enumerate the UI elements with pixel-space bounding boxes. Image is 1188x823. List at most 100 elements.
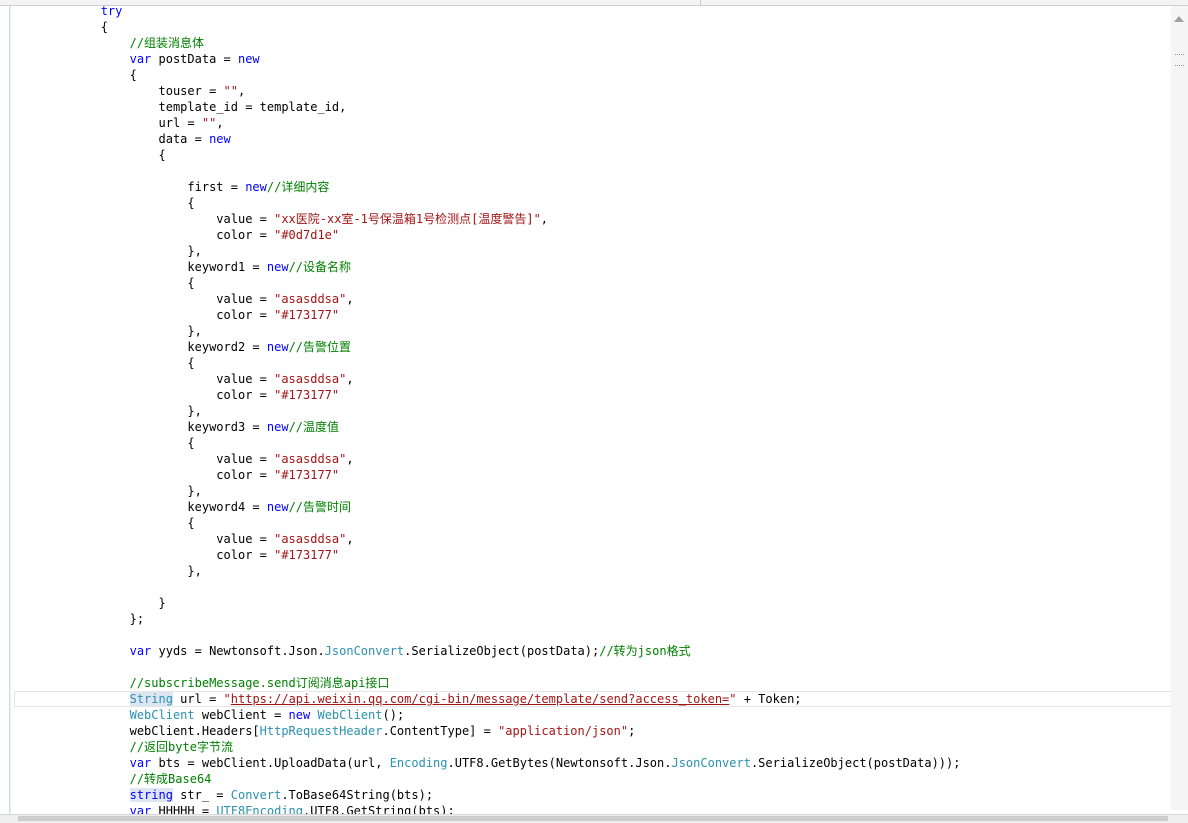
code-token: //subscribeMessage.send订阅消息api接口 bbox=[129, 676, 390, 690]
horizontal-scrollbar[interactable] bbox=[0, 814, 1188, 823]
code-line[interactable]: { bbox=[14, 19, 1174, 35]
code-line[interactable]: value = "asasddsa", bbox=[14, 531, 1174, 547]
code-token: template_id = template_id, bbox=[158, 100, 347, 114]
scrollbar-grip-icon[interactable] bbox=[1175, 54, 1184, 66]
code-line[interactable]: keyword4 = new//告警时间 bbox=[14, 499, 1174, 515]
code-line[interactable]: var yyds = Newtonsoft.Json.JsonConvert.S… bbox=[14, 643, 1174, 659]
code-token: { bbox=[187, 356, 195, 370]
code-token: //告警位置 bbox=[288, 340, 352, 354]
horizontal-scroll-thumb[interactable] bbox=[18, 816, 1168, 821]
code-line[interactable]: }; bbox=[14, 611, 1174, 627]
vertical-scrollbar[interactable] bbox=[1171, 6, 1188, 810]
code-line[interactable]: WebClient webClient = new WebClient(); bbox=[14, 707, 1174, 723]
code-token: }, bbox=[187, 244, 202, 258]
code-line[interactable]: string str_ = Convert.ToBase64String(bts… bbox=[14, 787, 1174, 803]
code-token: , bbox=[346, 292, 354, 306]
code-line[interactable]: keyword2 = new//告警位置 bbox=[14, 339, 1174, 355]
code-line[interactable]: first = new//详细内容 bbox=[14, 179, 1174, 195]
code-token: " bbox=[729, 692, 737, 706]
code-token: //设备名称 bbox=[288, 260, 352, 274]
code-token: HttpRequestHeader bbox=[259, 724, 383, 738]
code-line[interactable]: color = "#173177" bbox=[14, 387, 1174, 403]
code-line[interactable]: { bbox=[14, 435, 1174, 451]
code-token: //返回byte字节流 bbox=[129, 740, 233, 754]
code-line[interactable]: //subscribeMessage.send订阅消息api接口 bbox=[14, 675, 1174, 691]
code-token: new bbox=[266, 340, 289, 354]
code-line[interactable]: { bbox=[14, 195, 1174, 211]
code-token: str_ = bbox=[172, 788, 231, 802]
code-line[interactable]: try bbox=[14, 3, 1174, 19]
editor-gutter[interactable] bbox=[0, 6, 9, 816]
code-line[interactable]: }, bbox=[14, 483, 1174, 499]
code-token: (); bbox=[382, 708, 405, 722]
code-line[interactable]: //转成Base64 bbox=[14, 771, 1174, 787]
code-line[interactable]: color = "#173177" bbox=[14, 467, 1174, 483]
code-line[interactable]: var bts = webClient.UploadData(url, Enco… bbox=[14, 755, 1174, 771]
code-token: //详细内容 bbox=[266, 180, 330, 194]
code-line[interactable]: value = "asasddsa", bbox=[14, 371, 1174, 387]
code-line[interactable]: { bbox=[14, 515, 1174, 531]
code-line[interactable]: value = "asasddsa", bbox=[14, 451, 1174, 467]
code-line[interactable]: }, bbox=[14, 403, 1174, 419]
code-editor[interactable]: try { //组装消息体 var postData = new { touse… bbox=[14, 3, 1174, 819]
code-token: color = bbox=[216, 548, 275, 562]
code-token: value = bbox=[216, 212, 275, 226]
code-line[interactable]: String url = "https://api.weixin.qq.com/… bbox=[14, 691, 1174, 707]
code-token: keyword4 = bbox=[187, 500, 267, 514]
code-token: //转为json格式 bbox=[599, 644, 691, 658]
code-line[interactable]: } bbox=[14, 595, 1174, 611]
code-line[interactable]: }, bbox=[14, 323, 1174, 339]
code-line[interactable]: color = "#173177" bbox=[14, 547, 1174, 563]
code-line[interactable]: var postData = new bbox=[14, 51, 1174, 67]
code-line[interactable]: color = "#0d7d1e" bbox=[14, 227, 1174, 243]
code-line[interactable]: }, bbox=[14, 563, 1174, 579]
code-line[interactable]: //返回byte字节流 bbox=[14, 739, 1174, 755]
code-token: keyword3 = bbox=[187, 420, 267, 434]
code-token: WebClient bbox=[129, 708, 195, 722]
code-line[interactable]: //组装消息体 bbox=[14, 35, 1174, 51]
code-line[interactable]: color = "#173177" bbox=[14, 307, 1174, 323]
code-line[interactable] bbox=[14, 659, 1174, 675]
code-token: , bbox=[346, 532, 354, 546]
code-line[interactable] bbox=[14, 579, 1174, 595]
code-token: }, bbox=[187, 564, 202, 578]
code-line[interactable]: touser = "", bbox=[14, 83, 1174, 99]
code-line[interactable]: { bbox=[14, 355, 1174, 371]
code-line[interactable]: value = "asasddsa", bbox=[14, 291, 1174, 307]
code-line[interactable]: keyword3 = new//温度值 bbox=[14, 419, 1174, 435]
code-line[interactable]: url = "", bbox=[14, 115, 1174, 131]
code-line[interactable] bbox=[14, 163, 1174, 179]
code-token: { bbox=[158, 148, 166, 162]
code-token: , bbox=[237, 84, 246, 98]
code-line[interactable]: value = "xx医院-xx室-1号保温箱1号检测点[温度警告]", bbox=[14, 211, 1174, 227]
code-line[interactable] bbox=[14, 627, 1174, 643]
code-token: first = bbox=[187, 180, 246, 194]
code-line[interactable]: webClient.Headers[HttpRequestHeader.Cont… bbox=[14, 723, 1174, 739]
code-line[interactable]: }, bbox=[14, 243, 1174, 259]
scroll-up-arrow-icon[interactable] bbox=[1174, 16, 1184, 22]
code-line[interactable]: { bbox=[14, 147, 1174, 163]
code-line[interactable]: { bbox=[14, 67, 1174, 83]
code-line[interactable]: data = new bbox=[14, 131, 1174, 147]
code-line[interactable]: template_id = template_id, bbox=[14, 99, 1174, 115]
code-token: url = bbox=[172, 692, 224, 706]
code-token: { bbox=[187, 196, 195, 210]
code-token: } bbox=[158, 596, 166, 610]
code-token: new bbox=[266, 420, 289, 434]
code-line[interactable]: keyword1 = new//设备名称 bbox=[14, 259, 1174, 275]
code-line[interactable]: { bbox=[14, 275, 1174, 291]
